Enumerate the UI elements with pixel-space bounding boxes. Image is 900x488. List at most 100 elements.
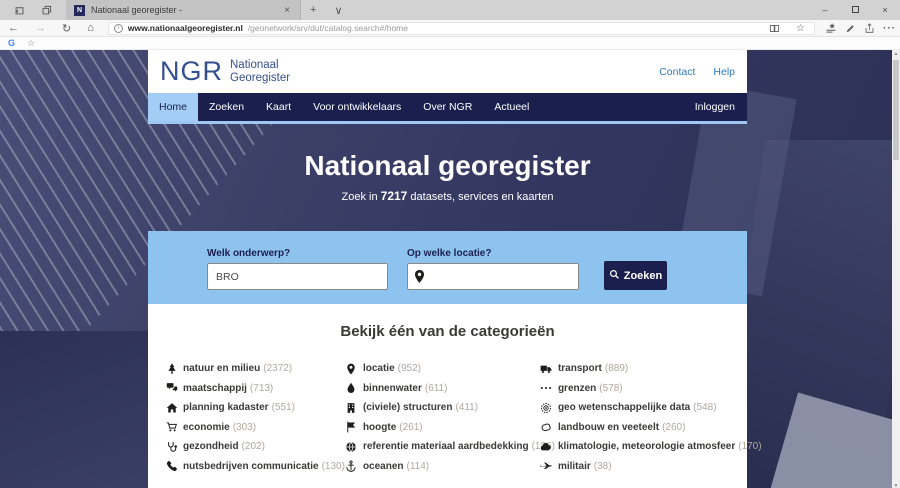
- hero-subtitle: Zoek in 7217 datasets, services en kaart…: [148, 189, 747, 203]
- nav-item-zoeken[interactable]: Zoeken: [198, 93, 255, 121]
- category-count: (38): [594, 461, 612, 472]
- google-bookmark-favicon[interactable]: G: [8, 38, 15, 48]
- back-icon[interactable]: ←: [0, 22, 27, 34]
- tab-preview-icon[interactable]: ∨: [325, 0, 351, 20]
- category-label: militair: [558, 461, 591, 472]
- category-item[interactable]: planning kadaster(551): [165, 398, 345, 418]
- phone-icon: [165, 460, 178, 472]
- nav-item-over-ngr[interactable]: Over NGR: [412, 93, 483, 121]
- bookmark-star-favicon[interactable]: ☆: [27, 38, 35, 49]
- main-navigation: HomeZoekenKaartVoor ontwikkelaarsOver NG…: [148, 93, 747, 124]
- category-label: nutsbedrijven communicatie: [183, 461, 319, 472]
- search-button[interactable]: Zoeken: [604, 261, 667, 290]
- category-item[interactable]: nutsbedrijven communicatie(130): [165, 457, 345, 477]
- url-host: www.nationaalgeoregister.nl: [128, 23, 243, 33]
- category-item[interactable]: hoogte(261): [345, 418, 540, 438]
- set-tabs-aside-icon[interactable]: [10, 5, 29, 16]
- browser-tab[interactable]: N Nationaal georegister - ×: [66, 0, 301, 20]
- scrollbar-thumb[interactable]: [893, 60, 899, 160]
- category-label: natuur en milieu: [183, 363, 260, 374]
- scrollbar-up-icon[interactable]: ▲: [892, 50, 900, 59]
- nav-item-inloggen[interactable]: Inloggen: [683, 93, 747, 121]
- hub-favorites-icon[interactable]: [821, 22, 841, 34]
- category-label: planning kadaster: [183, 402, 269, 413]
- reading-view-icon[interactable]: [765, 23, 784, 34]
- category-item[interactable]: locatie(952): [345, 359, 540, 379]
- category-column: natuur en milieu(2372)maatschappij(713)p…: [165, 359, 345, 476]
- category-item[interactable]: landbouw en veeteelt(260): [540, 418, 762, 438]
- category-count: (303): [233, 422, 256, 433]
- window-close-button[interactable]: ×: [870, 5, 900, 15]
- category-item[interactable]: maatschappij(713): [165, 379, 345, 399]
- scrollbar-down-icon[interactable]: ▼: [892, 482, 900, 488]
- category-item[interactable]: grenzen(578): [540, 379, 762, 399]
- nav-item-voor-ontwikkelaars[interactable]: Voor ontwikkelaars: [302, 93, 412, 121]
- address-bar[interactable]: i www.nationaalgeoregister.nl /geonetwor…: [108, 22, 815, 35]
- site-info-icon[interactable]: i: [114, 24, 123, 33]
- category-item[interactable]: gezondheid(202): [165, 437, 345, 457]
- location-input[interactable]: [407, 263, 579, 290]
- category-item[interactable]: geo wetenschappelijke data(548): [540, 398, 762, 418]
- topic-input[interactable]: [207, 263, 388, 290]
- tabs-youve-set-aside-icon[interactable]: [37, 5, 56, 16]
- tab-close-icon[interactable]: ×: [282, 5, 292, 16]
- globe-icon: [345, 441, 358, 453]
- categories-heading: Bekijk één van de categorieën: [148, 323, 747, 340]
- new-tab-button[interactable]: +: [301, 0, 325, 20]
- page-scrollbar[interactable]: ▲ ▼: [892, 50, 900, 488]
- category-item[interactable]: oceanen(114): [345, 457, 540, 477]
- subtitle-suffix: datasets, services en kaarten: [407, 191, 553, 203]
- category-item[interactable]: klimatologie, meteorologie atmosfeer(170…: [540, 437, 762, 457]
- help-link[interactable]: Help: [713, 66, 735, 78]
- forward-icon[interactable]: →: [27, 22, 54, 34]
- logo-acronym: NGR: [160, 58, 223, 85]
- ngr-logo[interactable]: NGR Nationaal Georegister: [160, 58, 290, 85]
- dataset-count: 7217: [381, 189, 408, 203]
- stethoscope-icon: [165, 441, 178, 453]
- site-header: NGR Nationaal Georegister Contact Help: [148, 50, 747, 93]
- window-minimize-button[interactable]: –: [810, 5, 840, 15]
- category-item[interactable]: militair(38): [540, 457, 762, 477]
- category-count: (551): [272, 402, 295, 413]
- building-icon: [345, 402, 358, 414]
- category-label: binnenwater: [363, 383, 422, 394]
- nav-item-actueel[interactable]: Actueel: [483, 93, 540, 121]
- site-favicon: N: [74, 5, 85, 16]
- category-label: referentie materiaal aardbedekking: [363, 441, 529, 452]
- tree-icon: [165, 363, 178, 375]
- category-count: (952): [398, 363, 421, 374]
- logo-text: Nationaal Georegister: [230, 59, 290, 84]
- category-item[interactable]: natuur en milieu(2372): [165, 359, 345, 379]
- category-label: economie: [183, 422, 230, 433]
- truck-icon: [540, 363, 553, 375]
- category-label: maatschappij: [183, 383, 247, 394]
- category-item[interactable]: economie(303): [165, 418, 345, 438]
- browser-home-icon[interactable]: ⌂: [79, 22, 102, 34]
- anchor-icon: [345, 460, 358, 472]
- category-count: (130): [322, 461, 345, 472]
- category-count: (202): [242, 441, 265, 452]
- category-item[interactable]: binnenwater(611): [345, 379, 540, 399]
- contact-link[interactable]: Contact: [659, 66, 695, 78]
- dots-icon: [540, 382, 553, 394]
- category-item[interactable]: transport(889): [540, 359, 762, 379]
- category-count: (578): [599, 383, 622, 394]
- share-icon[interactable]: [860, 23, 879, 34]
- category-item[interactable]: (civiele) structuren(411): [345, 398, 540, 418]
- category-item[interactable]: referentie materiaal aardbedekking(186): [345, 437, 540, 457]
- category-label: hoogte: [363, 422, 396, 433]
- page-viewport: NGR Nationaal Georegister Contact Help H…: [0, 50, 900, 488]
- favorite-star-icon[interactable]: ☆: [792, 23, 809, 34]
- more-menu-icon[interactable]: ···: [879, 23, 900, 34]
- nav-item-home[interactable]: Home: [148, 93, 198, 121]
- logo-line1: Nationaal: [230, 59, 279, 71]
- url-path: /geonetwork/srv/dut/catalog.search#/home: [248, 23, 408, 33]
- category-count: (2372): [263, 363, 292, 374]
- ink-notes-icon[interactable]: [841, 23, 860, 34]
- nav-item-kaart[interactable]: Kaart: [255, 93, 302, 121]
- category-count: (713): [250, 383, 273, 394]
- home-icon: [165, 402, 178, 414]
- category-label: oceanen: [363, 461, 404, 472]
- refresh-icon[interactable]: ↻: [54, 22, 79, 35]
- window-maximize-button[interactable]: [840, 5, 870, 15]
